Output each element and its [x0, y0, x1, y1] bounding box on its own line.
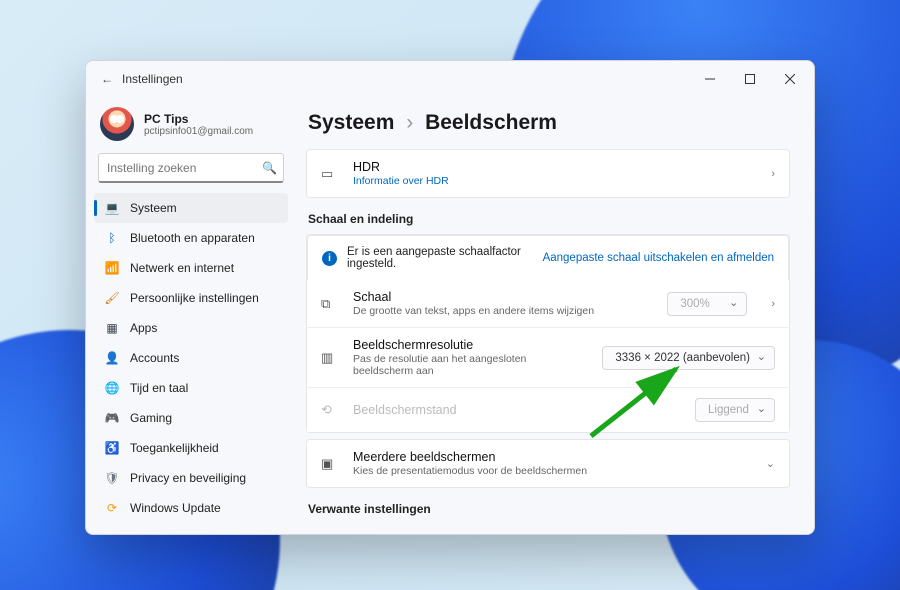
sidebar-item-toegankelijkheid[interactable]: ♿ Toegankelijkheid — [94, 433, 288, 463]
card-title: HDR — [353, 160, 757, 174]
minimize-icon — [705, 74, 715, 84]
sidebar-item-label: Systeem — [130, 201, 177, 215]
sidebar: PC Tips pctipsinfo01@gmail.com 🔍 💻 Systee… — [86, 97, 296, 534]
apps-icon: ▦ — [104, 321, 120, 335]
avatar — [100, 107, 134, 141]
card-subtitle: Kies de presentatiemodus voor de beeldsc… — [353, 465, 752, 477]
resolution-dropdown[interactable]: 3336 × 2022 (aanbevolen) — [602, 346, 775, 370]
maximize-icon — [745, 74, 755, 84]
sidebar-item-apps[interactable]: ▦ Apps — [94, 313, 288, 343]
scale-icon: ⧉ — [321, 296, 339, 312]
orientation-dropdown: Liggend — [695, 398, 775, 422]
network-icon: 📶 — [104, 261, 120, 275]
main-pane: Systeem › Beeldscherm ▭ HDR Informatie o… — [296, 97, 814, 534]
chevron-down-icon: ⌄ — [766, 457, 775, 470]
search-bar[interactable]: 🔍 — [98, 153, 284, 183]
privacy-icon: 🛡 — [104, 471, 120, 485]
orientation-card: ⟲ Beeldschermstand Liggend — [307, 387, 789, 432]
card-subtitle: Pas de resolutie aan het aangesloten bee… — [353, 353, 588, 377]
sidebar-item-label: Persoonlijke instellingen — [130, 291, 259, 305]
close-icon — [785, 74, 795, 84]
scale-group: i Er is een aangepaste schaalfactor inge… — [306, 234, 790, 433]
sidebar-item-label: Tijd en taal — [130, 381, 188, 395]
accounts-icon: 👤 — [104, 351, 120, 365]
time-icon: 🌐 — [104, 381, 120, 395]
alert-link[interactable]: Aangepaste schaal uitschakelen en afmeld… — [543, 252, 774, 264]
info-icon: i — [322, 251, 337, 266]
sidebar-item-label: Accounts — [130, 351, 179, 365]
gaming-icon: 🎮 — [104, 411, 120, 425]
sidebar-item-label: Netwerk en internet — [130, 261, 234, 275]
profile-block[interactable]: PC Tips pctipsinfo01@gmail.com — [94, 103, 288, 153]
alert-text: Er is een aangepaste schaalfactor ingest… — [347, 246, 533, 270]
card-title: Schaal — [353, 290, 653, 304]
resolution-icon: ▥ — [321, 350, 339, 366]
multi-display-card[interactable]: ▣ Meerdere beeldschermen Kies de present… — [306, 439, 790, 488]
chevron-right-icon: › — [406, 111, 413, 134]
sidebar-item-label: Privacy en beveiliging — [130, 471, 246, 485]
search-input[interactable] — [107, 161, 262, 175]
bluetooth-icon: ᛒ — [104, 231, 120, 245]
profile-email: pctipsinfo01@gmail.com — [144, 126, 253, 137]
sidebar-item-netwerk[interactable]: 📶 Netwerk en internet — [94, 253, 288, 283]
card-title: Beeldschermstand — [353, 403, 681, 417]
breadcrumb-root[interactable]: Systeem — [308, 111, 394, 134]
window-title: Instellingen — [122, 72, 690, 86]
hdr-card[interactable]: ▭ HDR Informatie over HDR › — [306, 149, 790, 198]
multi-display-icon: ▣ — [321, 456, 339, 472]
search-icon: 🔍 — [262, 161, 277, 175]
personalize-icon: 🖌 — [104, 291, 120, 305]
sidebar-item-persoonlijk[interactable]: 🖌 Persoonlijke instellingen — [94, 283, 288, 313]
sidebar-item-tijd[interactable]: 🌐 Tijd en taal — [94, 373, 288, 403]
card-title: Meerdere beeldschermen — [353, 450, 752, 464]
section-heading-scale: Schaal en indeling — [308, 212, 790, 226]
back-button[interactable]: ← — [98, 72, 116, 86]
sidebar-item-bluetooth[interactable]: ᛒ Bluetooth en apparaten — [94, 223, 288, 253]
scale-alert: i Er is een aangepaste schaalfactor inge… — [307, 235, 789, 280]
section-heading-related: Verwante instellingen — [308, 502, 790, 516]
settings-window: ← Instellingen PC Tips pctipsinfo01@gmai… — [85, 60, 815, 535]
sidebar-item-label: Toegankelijkheid — [130, 441, 219, 455]
scale-card[interactable]: ⧉ Schaal De grootte van tekst, apps en a… — [307, 280, 789, 327]
sidebar-item-privacy[interactable]: 🛡 Privacy en beveiliging — [94, 463, 288, 493]
sidebar-item-accounts[interactable]: 👤 Accounts — [94, 343, 288, 373]
sidebar-item-label: Windows Update — [130, 501, 221, 515]
sidebar-item-gaming[interactable]: 🎮 Gaming — [94, 403, 288, 433]
update-icon: ⟳ — [104, 501, 120, 515]
titlebar: ← Instellingen — [86, 61, 814, 97]
profile-name: PC Tips — [144, 112, 253, 126]
sidebar-item-systeem[interactable]: 💻 Systeem — [94, 193, 288, 223]
minimize-button[interactable] — [690, 64, 730, 94]
nav-list: 💻 Systeem ᛒ Bluetooth en apparaten 📶 Netwer… — [94, 193, 288, 523]
sidebar-item-update[interactable]: ⟳ Windows Update — [94, 493, 288, 523]
orientation-icon: ⟲ — [321, 402, 339, 418]
content-scroll[interactable]: ▭ HDR Informatie over HDR › Schaal en in… — [306, 149, 792, 526]
card-subtitle-link[interactable]: Informatie over HDR — [353, 175, 757, 187]
breadcrumb-current: Beeldscherm — [425, 111, 557, 134]
chevron-right-icon: › — [771, 298, 775, 310]
chevron-right-icon: › — [771, 168, 775, 180]
sidebar-item-label: Apps — [130, 321, 157, 335]
scale-dropdown[interactable]: 300% — [667, 292, 747, 316]
card-subtitle: De grootte van tekst, apps en andere ite… — [353, 305, 653, 317]
system-icon: 💻 — [104, 201, 120, 215]
sidebar-item-label: Bluetooth en apparaten — [130, 231, 255, 245]
close-button[interactable] — [770, 64, 810, 94]
hdr-icon: ▭ — [321, 166, 339, 182]
resolution-card[interactable]: ▥ Beeldschermresolutie Pas de resolutie … — [307, 327, 789, 387]
sidebar-item-label: Gaming — [130, 411, 172, 425]
maximize-button[interactable] — [730, 64, 770, 94]
accessibility-icon: ♿ — [104, 441, 120, 455]
breadcrumb: Systeem › Beeldscherm — [306, 105, 792, 149]
card-title: Beeldschermresolutie — [353, 338, 588, 352]
